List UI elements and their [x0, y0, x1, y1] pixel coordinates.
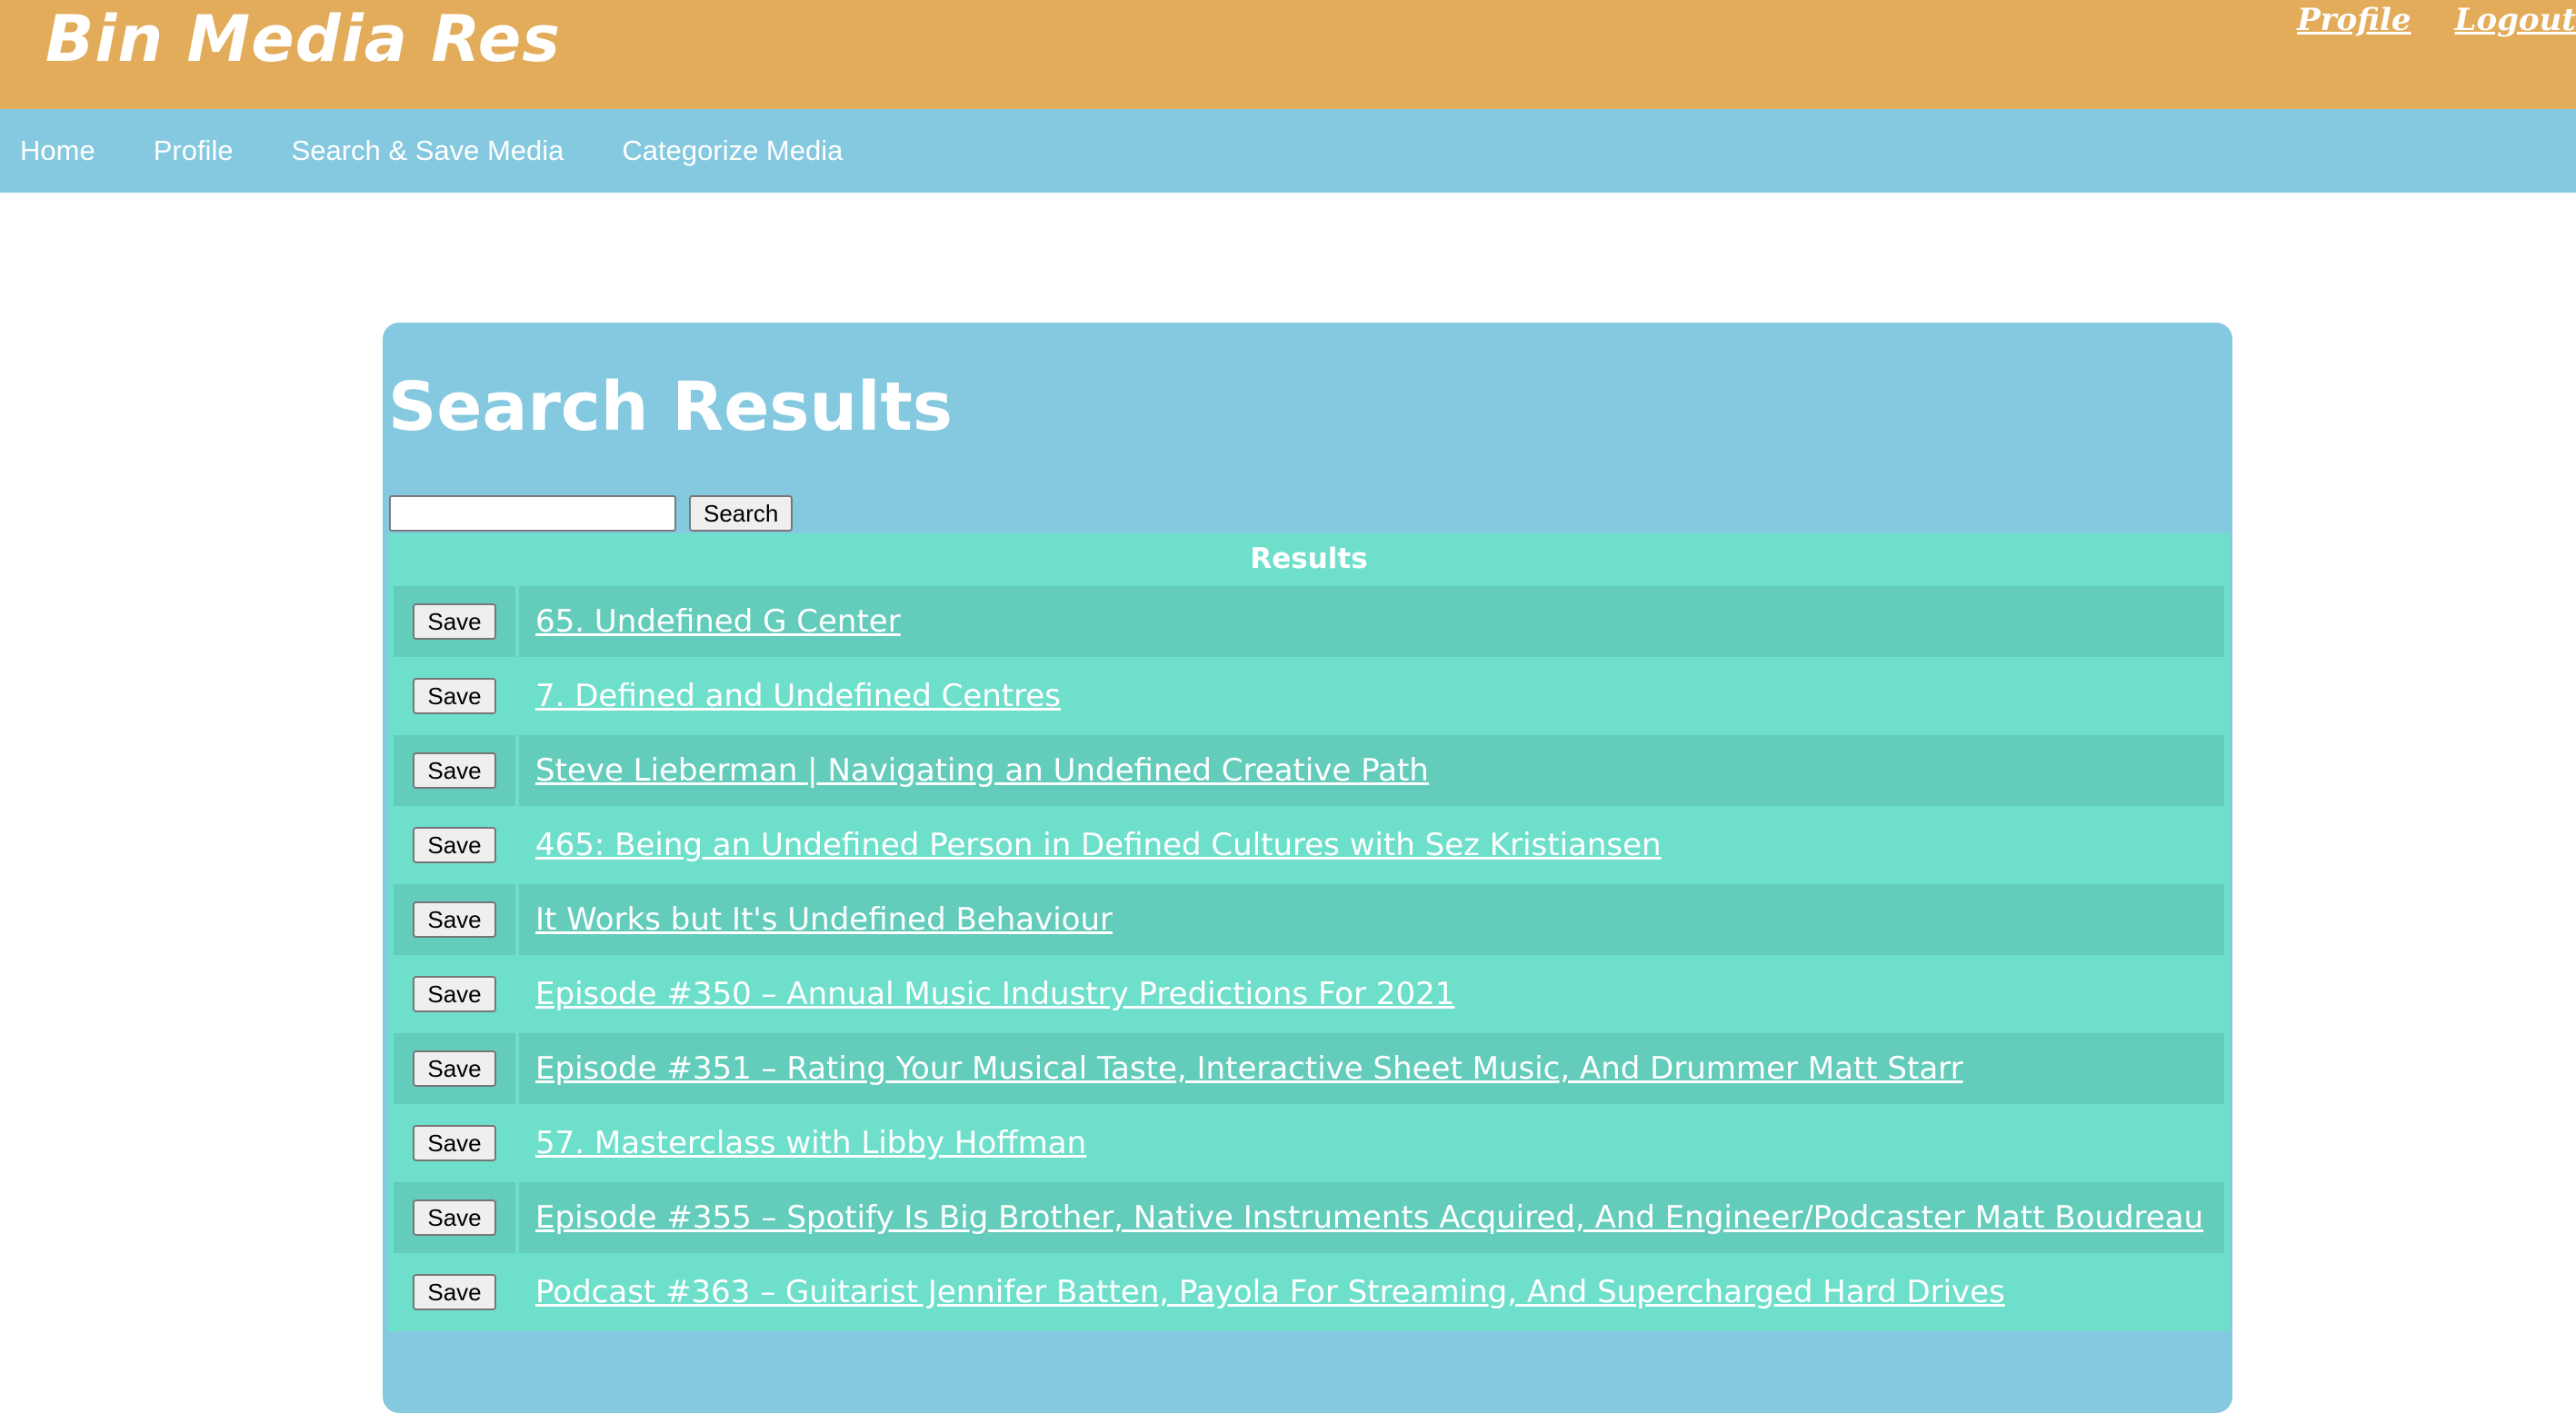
search-results-panel: Search Results Search Results Save 65. U… — [383, 323, 2232, 1413]
result-link[interactable]: Episode #351 – Rating Your Musical Taste… — [535, 1050, 1963, 1087]
row-action-cell: Save — [394, 810, 515, 881]
top-link-logout[interactable]: Logout — [2455, 0, 2576, 45]
result-link[interactable]: 65. Undefined G Center — [535, 603, 901, 640]
row-title-cell: It Works but It's Undefined Behaviour — [519, 884, 2224, 955]
save-button[interactable]: Save — [413, 603, 496, 640]
row-title-cell: Episode #351 – Rating Your Musical Taste… — [519, 1033, 2224, 1104]
row-title-cell: 57. Masterclass with Libby Hoffman — [519, 1108, 2224, 1179]
table-row: Save 7. Defined and Undefined Centres — [388, 659, 2230, 733]
save-button[interactable]: Save — [413, 1125, 496, 1161]
table-row: Save Episode #355 – Spotify Is Big Broth… — [388, 1180, 2230, 1255]
result-link[interactable]: 465: Being an Undefined Person in Define… — [535, 827, 1662, 863]
save-button[interactable]: Save — [413, 752, 496, 789]
save-button[interactable]: Save — [413, 1050, 496, 1087]
top-links: Profile Logout — [2297, 0, 2576, 45]
save-button[interactable]: Save — [413, 976, 496, 1012]
result-link[interactable]: 7. Defined and Undefined Centres — [535, 678, 1061, 714]
nav-item-home[interactable]: Home — [20, 134, 95, 167]
row-action-cell: Save — [394, 586, 515, 657]
row-action-cell: Save — [394, 661, 515, 731]
table-row: Save It Works but It's Undefined Behavio… — [388, 882, 2230, 957]
nav-item-profile[interactable]: Profile — [154, 134, 234, 167]
row-title-cell: Podcast #363 – Guitarist Jennifer Batten… — [519, 1257, 2224, 1328]
row-action-cell: Save — [394, 1182, 515, 1253]
result-link[interactable]: Episode #355 – Spotify Is Big Brother, N… — [535, 1199, 2203, 1236]
row-action-cell: Save — [394, 1257, 515, 1328]
save-button[interactable]: Save — [413, 827, 496, 863]
result-link[interactable]: 57. Masterclass with Libby Hoffman — [535, 1125, 1086, 1161]
top-link-profile[interactable]: Profile — [2297, 0, 2411, 45]
result-link[interactable]: It Works but It's Undefined Behaviour — [535, 901, 1113, 938]
page-title: Search Results — [388, 368, 953, 446]
site-brand[interactable]: Bin Media Res — [45, 2, 561, 76]
table-row: Save Episode #351 – Rating Your Musical … — [388, 1031, 2230, 1106]
row-action-cell: Save — [394, 959, 515, 1030]
row-action-cell: Save — [394, 735, 515, 806]
top-header: Bin Media Res Profile Logout — [0, 0, 2576, 109]
nav-item-categorize-media[interactable]: Categorize Media — [622, 134, 843, 167]
results-table: Results Save 65. Undefined G Center Save… — [388, 533, 2230, 1331]
row-title-cell: Steve Lieberman | Navigating an Undefine… — [519, 735, 2224, 806]
row-action-cell: Save — [394, 1033, 515, 1104]
search-form: Search — [389, 495, 794, 532]
search-input[interactable] — [389, 495, 676, 532]
result-link[interactable]: Steve Lieberman | Navigating an Undefine… — [535, 752, 1429, 789]
row-title-cell: 465: Being an Undefined Person in Define… — [519, 810, 2224, 881]
row-title-cell: 65. Undefined G Center — [519, 586, 2224, 657]
save-button[interactable]: Save — [413, 1199, 496, 1236]
table-row: Save 465: Being an Undefined Person in D… — [388, 808, 2230, 882]
results-list: Save 65. Undefined G Center Save 7. Defi… — [388, 584, 2230, 1329]
row-title-cell: Episode #350 – Annual Music Industry Pre… — [519, 959, 2224, 1030]
save-button[interactable]: Save — [413, 901, 496, 938]
row-title-cell: Episode #355 – Spotify Is Big Brother, N… — [519, 1182, 2224, 1253]
search-button[interactable]: Search — [689, 495, 794, 532]
table-row: Save 65. Undefined G Center — [388, 584, 2230, 659]
nav-item-search-save-media[interactable]: Search & Save Media — [292, 134, 564, 167]
row-action-cell: Save — [394, 884, 515, 955]
table-row: Save Steve Lieberman | Navigating an Und… — [388, 733, 2230, 808]
result-link[interactable]: Podcast #363 – Guitarist Jennifer Batten… — [535, 1274, 2005, 1310]
row-action-cell: Save — [394, 1108, 515, 1179]
table-row: Save Episode #350 – Annual Music Industr… — [388, 957, 2230, 1031]
table-row: Save 57. Masterclass with Libby Hoffman — [388, 1106, 2230, 1180]
row-title-cell: 7. Defined and Undefined Centres — [519, 661, 2224, 731]
save-button[interactable]: Save — [413, 1274, 496, 1310]
result-link[interactable]: Episode #350 – Annual Music Industry Pre… — [535, 976, 1454, 1012]
save-button[interactable]: Save — [413, 678, 496, 714]
results-header: Results — [1250, 542, 1368, 575]
main-nav: Home Profile Search & Save Media Categor… — [0, 109, 2576, 193]
table-row: Save Podcast #363 – Guitarist Jennifer B… — [388, 1255, 2230, 1329]
